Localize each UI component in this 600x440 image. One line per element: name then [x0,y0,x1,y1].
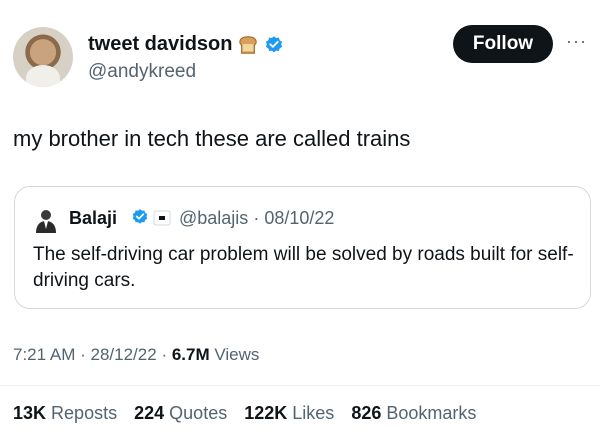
tweet-meta: 7:21 AM · 28/12/22 · 6.7M Views [13,345,259,365]
quote-text: The self-driving car problem will be sol… [33,244,574,291]
author-handle[interactable]: @andykreed [88,61,196,83]
quote-author-handle[interactable]: @balajis [179,208,248,228]
quote-author-avatar[interactable] [33,207,59,233]
quotes-count: 224 [134,403,165,423]
stat-likes[interactable]: 122K Likes [244,403,334,423]
quoted-tweet-card[interactable]: Balaji @balajis · 08/10/22 The self-driv… [14,186,591,309]
quote-meta: @balajis · 08/10/22 [179,208,334,229]
stat-reposts[interactable]: 13K Reposts [13,403,117,423]
follow-button[interactable]: Follow [453,25,553,63]
tweet-text: my brother in tech these are called trai… [13,126,411,151]
quotes-label: Quotes [169,403,228,423]
meta-separator: · [80,345,86,364]
tweet-date[interactable]: 28/12/22 [91,345,157,364]
stat-bookmarks[interactable]: 826 Bookmarks [351,403,476,423]
views-count: 6.7M [171,345,210,364]
bookmarks-count: 826 [351,403,382,423]
verified-badge-icon [131,208,149,226]
views-label: Views [214,345,260,364]
reposts-count: 13K [13,403,47,423]
verified-badge-icon [264,35,284,55]
quote-date[interactable]: 08/10/22 [264,208,334,228]
engagement-stats: 13K Reposts 224 Quotes 122K Likes 826 Bo… [13,403,488,424]
likes-label: Likes [292,403,335,423]
meta-separator: · [161,345,168,364]
more-options-icon[interactable]: ··· [566,32,592,50]
likes-count: 122K [244,403,288,423]
author-avatar[interactable] [13,27,73,87]
meta-separator: · [253,208,260,228]
affiliate-badge-icon [153,210,171,226]
bread-icon [237,35,259,55]
author-name-row[interactable]: tweet davidson [88,33,284,56]
stat-quotes[interactable]: 224 Quotes [134,403,227,423]
divider [0,385,600,386]
reposts-label: Reposts [51,403,118,423]
quote-author-name[interactable]: Balaji [69,208,117,229]
author-display-name[interactable]: tweet davidson [88,33,232,56]
tweet-time[interactable]: 7:21 AM [13,345,75,364]
bookmarks-label: Bookmarks [386,403,477,423]
